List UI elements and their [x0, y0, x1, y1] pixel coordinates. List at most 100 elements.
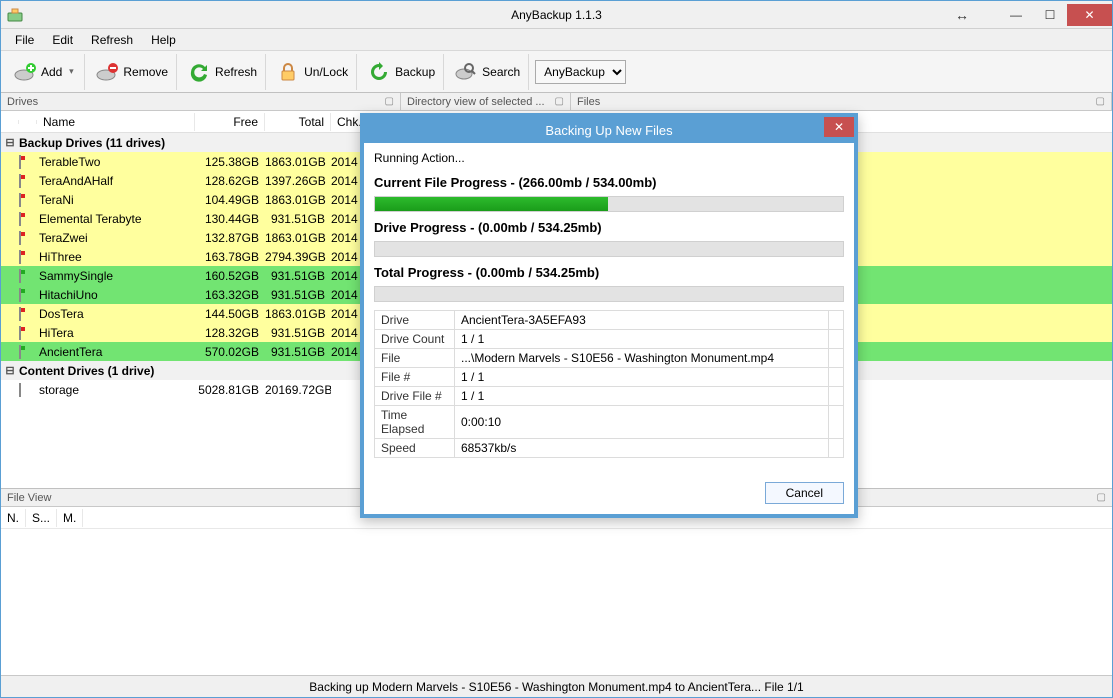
add-button[interactable]: Add ▾ [5, 54, 85, 90]
drive-name: Elemental Terabyte [37, 212, 195, 226]
minimize-button[interactable]: — [999, 4, 1033, 26]
refresh-label: Refresh [215, 65, 257, 79]
backup-button[interactable]: Backup [359, 54, 444, 90]
current-progress-label: Current File Progress - (266.00mb / 534.… [374, 175, 844, 190]
dialog-title: Backing Up New Files [545, 123, 672, 138]
backup-icon [367, 60, 391, 84]
titlebar: AnyBackup 1.1.3 ↔ — ☐ ✕ [1, 1, 1112, 29]
drive-icon [19, 326, 21, 340]
dialog-titlebar: Backing Up New Files ✕ [364, 117, 854, 143]
dirview-panel-header: Directory view of selected ...▢ [401, 93, 571, 110]
drive-free: 130.44GB [195, 212, 265, 226]
drive-name: TeraAndAHalf [37, 174, 195, 188]
menu-refresh[interactable]: Refresh [83, 31, 141, 49]
drive-total: 931.51GB [265, 212, 331, 226]
toolbar: Add ▾ Remove Refresh Un/Lock Backup Sear… [1, 51, 1112, 93]
col-total[interactable]: Total [265, 113, 331, 131]
col-name[interactable]: Name [37, 113, 195, 131]
drive-icon [19, 345, 21, 359]
drive-total: 1863.01GB [265, 231, 331, 245]
menu-edit[interactable]: Edit [44, 31, 81, 49]
panel-toggle-icon[interactable]: ▢ [1096, 96, 1105, 107]
col-free[interactable]: Free [195, 113, 265, 131]
unlock-label: Un/Lock [304, 65, 348, 79]
backup-dialog: Backing Up New Files ✕ Running Action...… [360, 113, 858, 518]
fileview-panel[interactable]: N. S... M. [1, 507, 1112, 675]
expand-button[interactable]: ↔ [945, 4, 979, 26]
drives-panel-header: Drives▢ [1, 93, 401, 110]
drive-free: 144.50GB [195, 307, 265, 321]
drive-icon [19, 193, 21, 207]
drive-total: 931.51GB [265, 345, 331, 359]
remove-label: Remove [123, 65, 168, 79]
drive-name: TeraNi [37, 193, 195, 207]
search-label: Search [482, 65, 520, 79]
collapse-icon[interactable]: ⊟ [1, 136, 19, 149]
search-icon [454, 60, 478, 84]
drive-total: 931.51GB [265, 269, 331, 283]
drive-icon [19, 288, 21, 302]
remove-button[interactable]: Remove [87, 54, 177, 90]
titlebar-controls: ↔ — ☐ ✕ [945, 4, 1112, 26]
drive-name: DosTera [37, 307, 195, 321]
drive-free: 570.02GB [195, 345, 265, 359]
statusbar: Backing up Modern Marvels - S10E56 - Was… [1, 675, 1112, 697]
refresh-button[interactable]: Refresh [179, 54, 266, 90]
backup-label: Backup [395, 65, 435, 79]
unlock-button[interactable]: Un/Lock [268, 54, 357, 90]
drive-progress-label: Drive Progress - (0.00mb / 534.25mb) [374, 220, 844, 235]
titlebar-title: AnyBackup 1.1.3 [511, 8, 602, 22]
drive-name: HitachiUno [37, 288, 195, 302]
drive-progress-bar [374, 241, 844, 257]
drive-free: 160.52GB [195, 269, 265, 283]
collapse-icon[interactable]: ⊟ [1, 364, 19, 377]
drive-total: 1397.26GB [265, 174, 331, 188]
drive-name: TerableTwo [37, 155, 195, 169]
lock-icon [276, 60, 300, 84]
fv-col-s[interactable]: S... [26, 509, 57, 527]
total-progress-label: Total Progress - (0.00mb / 534.25mb) [374, 265, 844, 280]
drive-name: storage [37, 383, 195, 397]
dialog-close-button[interactable]: ✕ [824, 117, 854, 137]
drive-total: 1863.01GB [265, 155, 331, 169]
menubar: File Edit Refresh Help [1, 29, 1112, 51]
refresh-icon [187, 60, 211, 84]
fv-col-n[interactable]: N. [1, 509, 26, 527]
drive-free: 128.32GB [195, 326, 265, 340]
panel-toggle-icon[interactable]: ▢ [385, 96, 394, 107]
drive-name: TeraZwei [37, 231, 195, 245]
backup-selector[interactable]: AnyBackup [535, 60, 626, 84]
add-label: Add [41, 65, 62, 79]
drive-total: 1863.01GB [265, 193, 331, 207]
drive-free: 163.78GB [195, 250, 265, 264]
files-panel-header: Files▢ [571, 93, 1112, 110]
total-progress-bar [374, 286, 844, 302]
drive-total: 931.51GB [265, 288, 331, 302]
drive-free: 128.62GB [195, 174, 265, 188]
panel-toggle-icon[interactable]: ▢ [1097, 492, 1106, 503]
drive-name: HiTera [37, 326, 195, 340]
search-button[interactable]: Search [446, 54, 529, 90]
drive-icon [19, 383, 21, 397]
menu-help[interactable]: Help [143, 31, 184, 49]
drive-free: 104.49GB [195, 193, 265, 207]
drive-free: 163.32GB [195, 288, 265, 302]
fv-col-m[interactable]: M. [57, 509, 83, 527]
drive-name: AncientTera [37, 345, 195, 359]
add-icon [13, 60, 37, 84]
drive-icon [19, 307, 21, 321]
maximize-button[interactable]: ☐ [1033, 4, 1067, 26]
detail-table: DriveAncientTera-3A5EFA93 Drive Count1 /… [374, 310, 844, 458]
drive-free: 132.87GB [195, 231, 265, 245]
add-dropdown-icon[interactable]: ▾ [66, 66, 76, 77]
menu-file[interactable]: File [7, 31, 42, 49]
remove-icon [95, 60, 119, 84]
drive-total: 1863.01GB [265, 307, 331, 321]
drive-icon [19, 174, 21, 188]
drive-icon [19, 269, 21, 283]
cancel-button[interactable]: Cancel [765, 482, 844, 504]
drive-total: 931.51GB [265, 326, 331, 340]
panel-toggle-icon[interactable]: ▢ [555, 96, 564, 107]
current-progress-bar [374, 196, 844, 212]
close-button[interactable]: ✕ [1067, 4, 1112, 26]
